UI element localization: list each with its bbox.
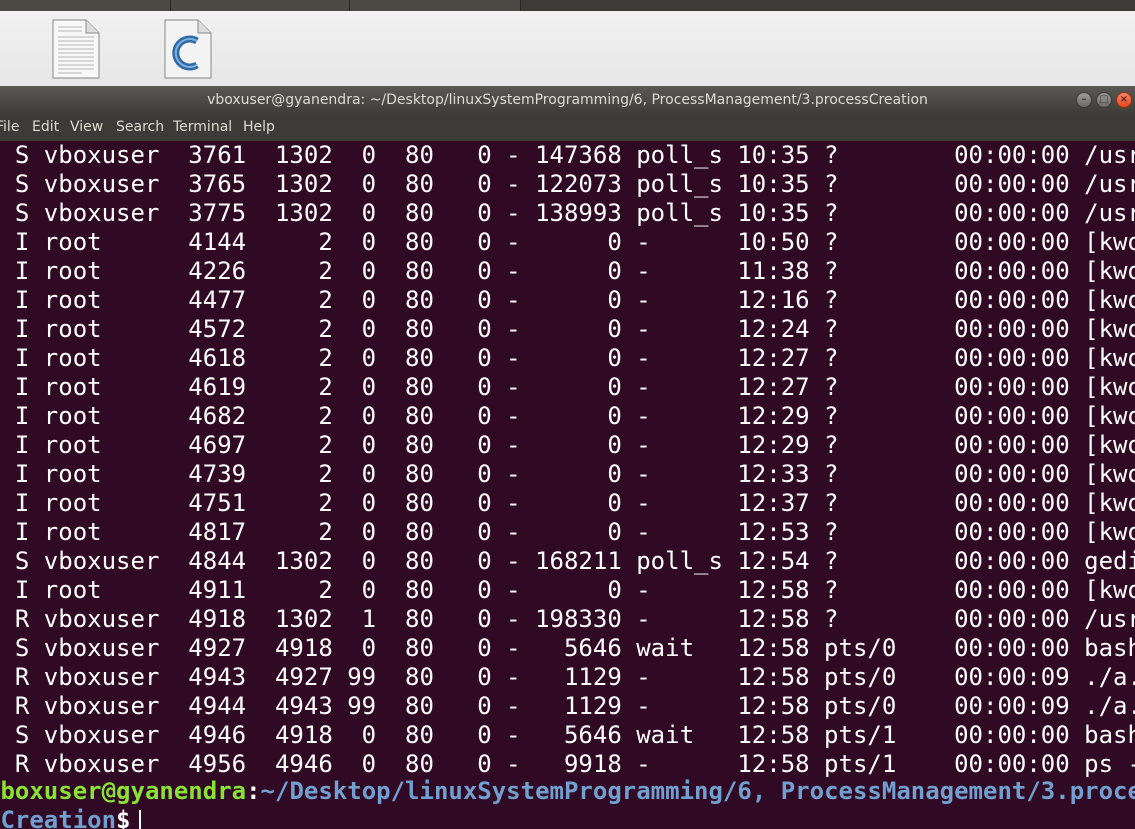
c-source-file-icon[interactable] bbox=[164, 19, 212, 79]
prompt-separator: : bbox=[246, 777, 261, 805]
shell-prompt-continued[interactable]: sCreation$ bbox=[0, 806, 141, 829]
desktop-area bbox=[0, 11, 1135, 86]
output-line: 0 R vboxuser 4918 1302 1 80 0 - 198330 -… bbox=[0, 605, 1135, 633]
text-cursor bbox=[138, 810, 141, 829]
background-window-strip bbox=[0, 0, 1135, 11]
close-button[interactable]: × bbox=[1116, 92, 1132, 108]
output-line: 0 R vboxuser 4956 4946 0 80 0 - 9918 - 1… bbox=[0, 750, 1135, 778]
output-line: 0 R vboxuser 4943 4927 99 80 0 - 1129 - … bbox=[0, 663, 1135, 691]
prompt-path: ~/Desktop/linuxSystemProgramming/6, Proc… bbox=[260, 777, 1135, 805]
window-titlebar[interactable]: vboxuser@gyanendra: ~/Desktop/linuxSyste… bbox=[0, 86, 1135, 114]
output-line: 0 S vboxuser 3761 1302 0 80 0 - 147368 p… bbox=[0, 141, 1135, 169]
maximize-button[interactable]: □ bbox=[1096, 92, 1112, 108]
background-window-tab[interactable] bbox=[171, 0, 350, 11]
terminal-screen[interactable]: 0 S vboxuser 3761 1302 0 80 0 - 147368 p… bbox=[0, 141, 1135, 829]
background-window-tab[interactable] bbox=[0, 0, 171, 11]
prompt-symbol: $ bbox=[116, 806, 131, 829]
menu-view[interactable]: View bbox=[70, 119, 103, 135]
output-line: 0 S vboxuser 4844 1302 0 80 0 - 168211 p… bbox=[0, 547, 1135, 575]
output-line: 0 S vboxuser 3775 1302 0 80 0 - 138993 p… bbox=[0, 199, 1135, 227]
window-title: vboxuser@gyanendra: ~/Desktop/linuxSyste… bbox=[207, 92, 928, 108]
minimize-button[interactable]: – bbox=[1076, 92, 1092, 108]
menu-search[interactable]: Search bbox=[116, 119, 164, 135]
menu-help[interactable]: Help bbox=[243, 119, 275, 135]
menu-bar: File Edit View Search Terminal Help bbox=[0, 114, 1135, 141]
output-line: 0 S vboxuser 3765 1302 0 80 0 - 122073 p… bbox=[0, 170, 1135, 198]
output-line: 1 I root 4619 2 0 80 0 - 0 - 12:27 ? 00:… bbox=[0, 373, 1135, 401]
output-line: 1 I root 4477 2 0 80 0 - 0 - 12:16 ? 00:… bbox=[0, 286, 1135, 314]
prompt-path-continued: sCreation bbox=[0, 806, 117, 829]
menu-edit[interactable]: Edit bbox=[32, 119, 59, 135]
output-line: 1 I root 4911 2 0 80 0 - 0 - 12:58 ? 00:… bbox=[0, 576, 1135, 604]
output-line: 1 I root 4817 2 0 80 0 - 0 - 12:53 ? 00:… bbox=[0, 518, 1135, 546]
text-file-icon[interactable] bbox=[52, 19, 100, 79]
terminal-window[interactable]: vboxuser@gyanendra: ~/Desktop/linuxSyste… bbox=[0, 86, 1135, 829]
prompt-user-host: vboxuser@gyanendra bbox=[0, 777, 247, 805]
output-line: 1 R vboxuser 4944 4943 99 80 0 - 1129 - … bbox=[0, 692, 1135, 720]
output-line: 1 I root 4682 2 0 80 0 - 0 - 12:29 ? 00:… bbox=[0, 402, 1135, 430]
menu-terminal[interactable]: Terminal bbox=[173, 119, 232, 135]
output-line: 0 S vboxuser 4927 4918 0 80 0 - 5646 wai… bbox=[0, 634, 1135, 662]
shell-prompt: vboxuser@gyanendra:~/Desktop/linuxSystem… bbox=[0, 777, 1135, 806]
output-line: 1 I root 4618 2 0 80 0 - 0 - 12:27 ? 00:… bbox=[0, 344, 1135, 372]
output-line: 0 S vboxuser 4946 4918 0 80 0 - 5646 wai… bbox=[0, 721, 1135, 749]
background-window-tab[interactable] bbox=[350, 0, 521, 11]
output-line: 1 I root 4572 2 0 80 0 - 0 - 12:24 ? 00:… bbox=[0, 315, 1135, 343]
output-line: 1 I root 4739 2 0 80 0 - 0 - 12:33 ? 00:… bbox=[0, 460, 1135, 488]
output-line: 1 I root 4226 2 0 80 0 - 0 - 11:38 ? 00:… bbox=[0, 257, 1135, 285]
output-line: 1 I root 4697 2 0 80 0 - 0 - 12:29 ? 00:… bbox=[0, 431, 1135, 459]
output-line: 1 I root 4751 2 0 80 0 - 0 - 12:37 ? 00:… bbox=[0, 489, 1135, 517]
output-line: 1 I root 4144 2 0 80 0 - 0 - 10:50 ? 00:… bbox=[0, 228, 1135, 256]
menu-file[interactable]: File bbox=[0, 119, 19, 135]
